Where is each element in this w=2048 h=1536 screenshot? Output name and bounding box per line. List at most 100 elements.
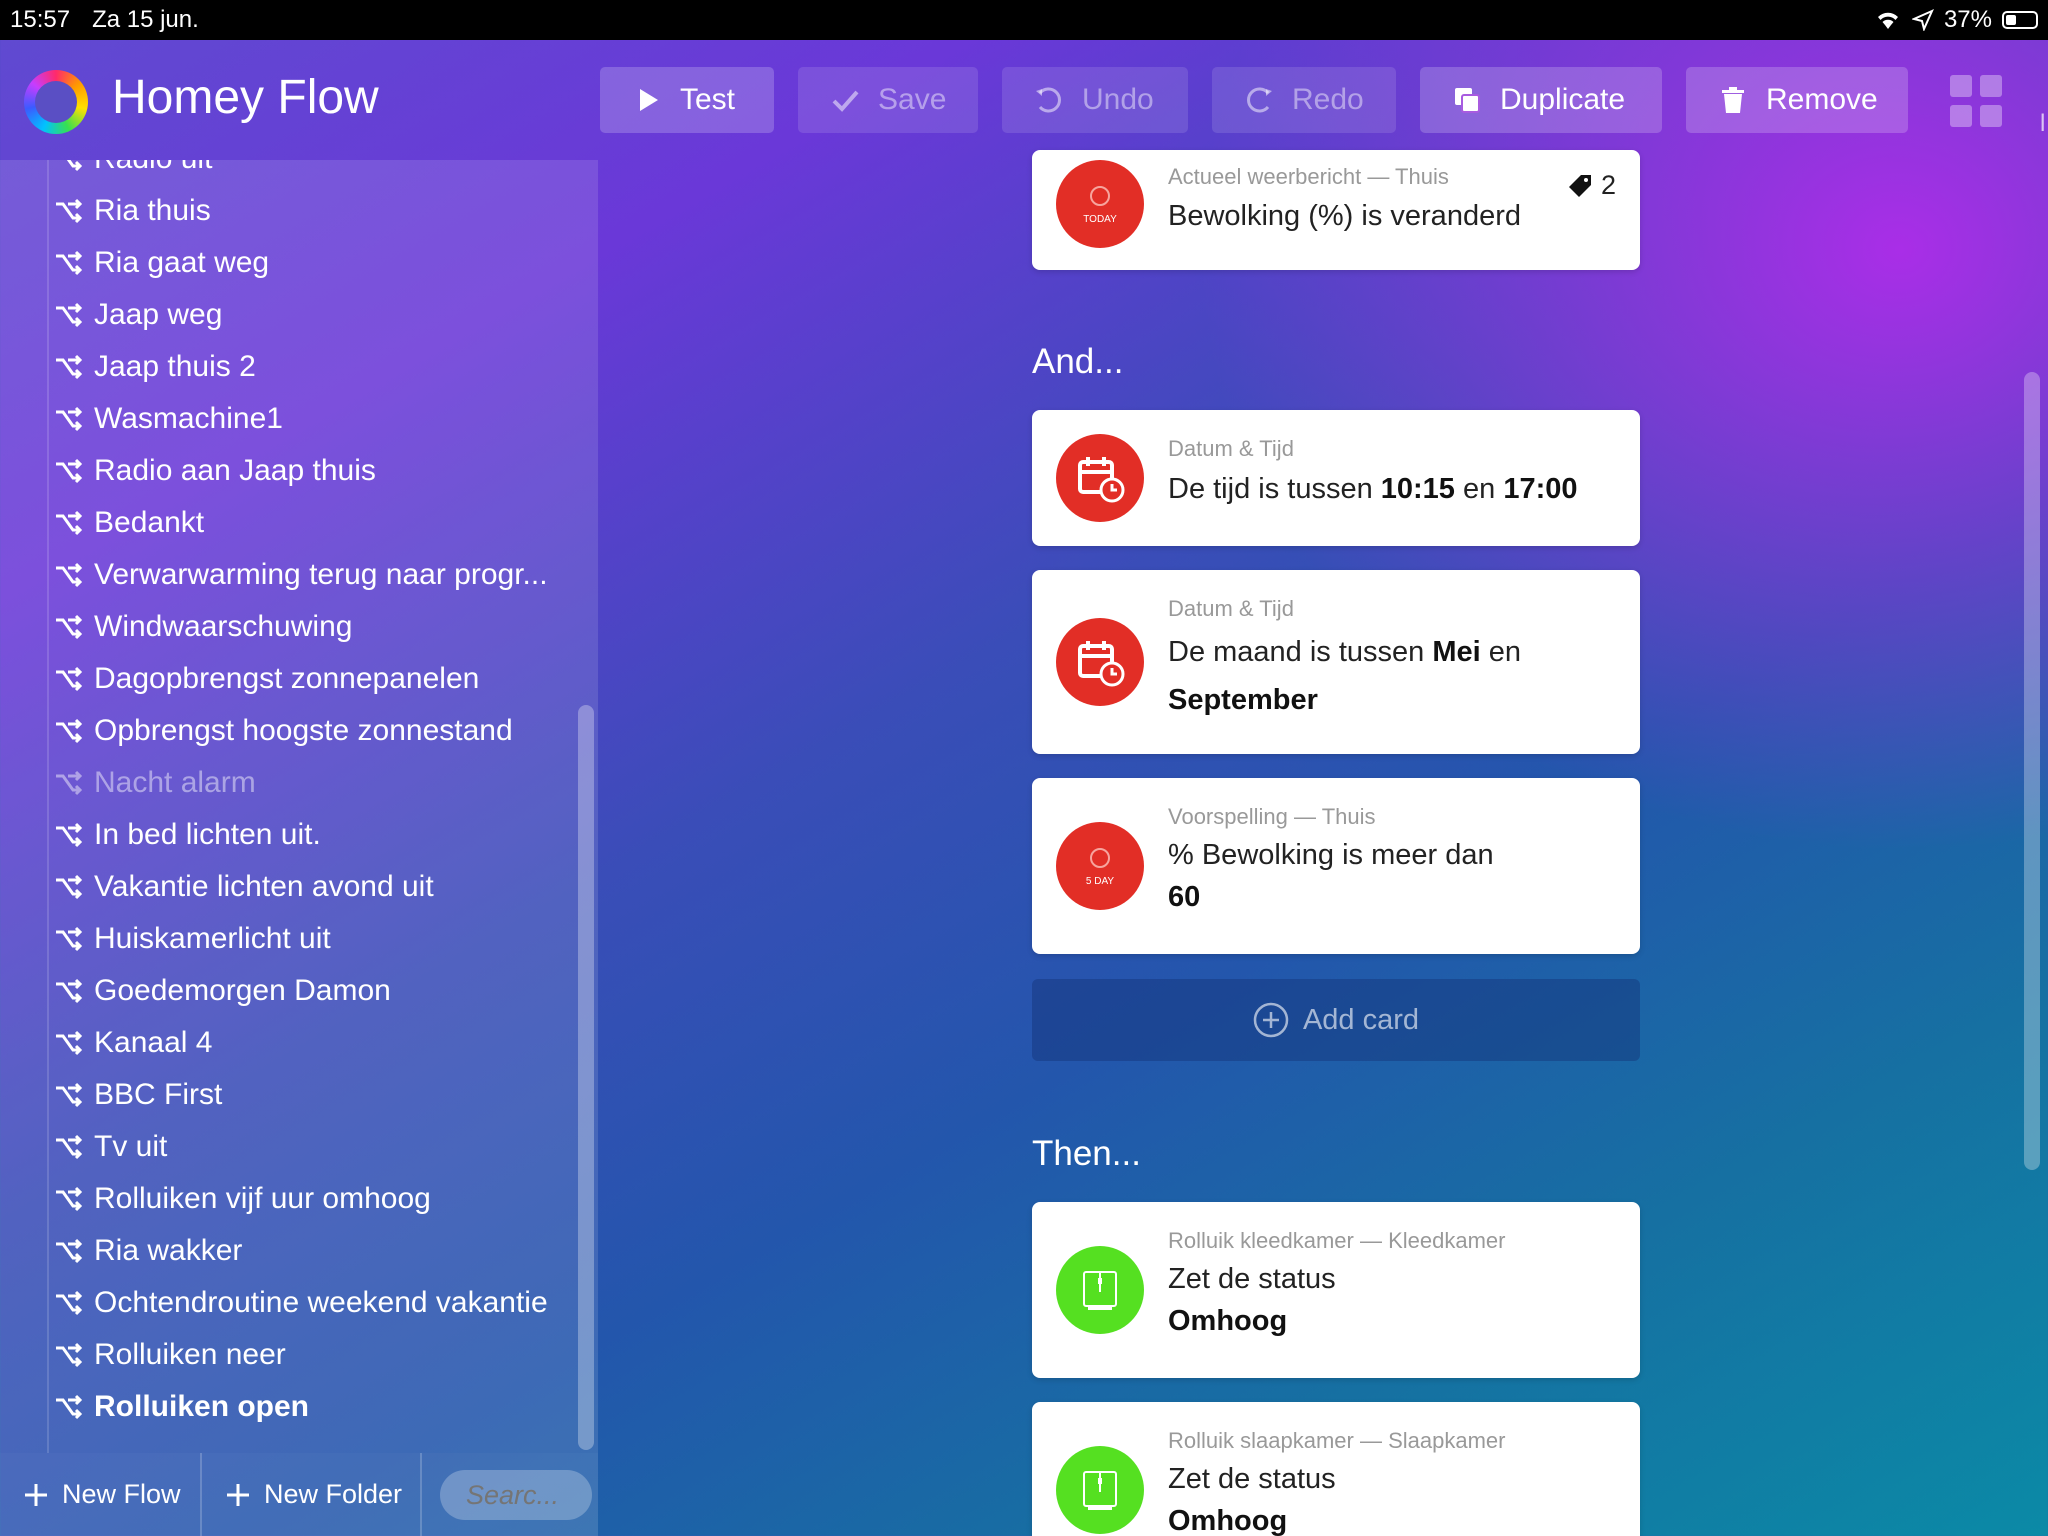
flow-list-item[interactable]: Opbrengst hoogste zonnestand (54, 708, 513, 754)
flow-list-item[interactable]: Radio aan Jaap thuis (54, 448, 376, 494)
play-icon (640, 89, 658, 111)
flow-list-item-label: Ochtendroutine weekend vakantie (94, 1286, 548, 1319)
roller-shutter-icon (1056, 1446, 1144, 1534)
redo-button[interactable]: Redo (1212, 67, 1396, 133)
card-subtitle: Rolluik slaapkamer — Slaapkamer (1168, 1428, 1506, 1453)
duplicate-icon (1455, 88, 1480, 113)
duplicate-button[interactable]: Duplicate (1420, 67, 1662, 133)
flow-list-item[interactable]: BBC First (54, 1072, 222, 1118)
flow-list-item-label: Rolluiken open (94, 1390, 310, 1423)
add-card-button[interactable]: Add card (1032, 979, 1640, 1061)
flow-list-item[interactable]: Wasmachine1 (54, 396, 283, 442)
flow-list-item-label: BBC First (94, 1078, 223, 1111)
flow-list-item-label: Goedemorgen Damon (94, 974, 391, 1007)
flow-icon (56, 666, 82, 692)
flow-list-item[interactable]: Windwaarschuwing (54, 604, 352, 650)
condition-card[interactable]: Datum & Tijd De maand is tussen Mei en Se… (1032, 570, 1640, 754)
sun-icon: TODAY (1083, 186, 1117, 225)
remove-button[interactable]: Remove (1686, 67, 1908, 133)
flow-list-item[interactable]: In bed lichten uit. (54, 812, 321, 858)
search-input[interactable] (440, 1470, 592, 1520)
flow-list-item[interactable]: Huiskamerlicht uit (54, 916, 331, 962)
test-button[interactable]: Test (600, 67, 774, 133)
calendar-clock-icon (1056, 618, 1144, 706)
status-time: 15:57 (10, 6, 71, 33)
flow-list-item[interactable]: Ria gaat weg (54, 240, 269, 286)
new-flow-button[interactable]: New Flow (22, 1453, 181, 1536)
flow-list-item[interactable]: Rolluiken neer (54, 1332, 286, 1378)
undo-button[interactable]: Undo (1002, 67, 1188, 133)
card-subtitle: Rolluik kleedkamer — Kleedkamer (1168, 1228, 1506, 1253)
save-button[interactable]: Save (798, 67, 978, 133)
flow-list-item[interactable]: Ria thuis (54, 188, 211, 234)
flow-list-item[interactable]: Ochtendroutine weekend vakantie (54, 1280, 548, 1326)
new-folder-button[interactable]: New Folder (224, 1453, 402, 1536)
tree-line (47, 160, 49, 1453)
flow-list-item-label: Radio aan Jaap thuis (94, 454, 376, 487)
then-heading: Then... (1032, 1134, 1141, 1173)
flow-list-item[interactable]: Rolluiken vijf uur omhoog (54, 1176, 431, 1222)
flow-list-item-label: Nacht alarm (94, 766, 256, 799)
sidebar-scrollbar[interactable] (578, 705, 594, 1450)
flow-list-item[interactable]: Radio uit (54, 160, 212, 182)
flow-icon (56, 1238, 82, 1264)
roller-shutter-icon (1056, 1246, 1144, 1334)
footer-divider (420, 1453, 422, 1536)
flow-list-item-label: Jaap thuis 2 (94, 350, 256, 383)
card-subtitle: Datum & Tijd (1168, 436, 1294, 461)
when-card[interactable]: TODAY Actueel weerbericht — Thuis Bewolk… (1032, 150, 1640, 270)
flow-list-item-label: Jaap weg (94, 298, 223, 331)
card-subtitle: Actueel weerbericht — Thuis (1168, 164, 1449, 189)
flow-list-item[interactable]: Verwarwarming terug naar progr... (54, 552, 548, 598)
flow-list-item[interactable]: Rolluiken open (54, 1384, 309, 1430)
flow-list-item-label: Radio uit (94, 160, 212, 176)
flow-list-item[interactable]: Kanaal 4 (54, 1020, 212, 1066)
plus-circle-icon (1253, 1002, 1289, 1038)
flow-list-item-label: Opbrengst hoogste zonnestand (94, 714, 513, 747)
sidebar-footer: New Flow New Folder (0, 1453, 598, 1536)
sun-icon: 5 DAY (1086, 848, 1114, 887)
action-card[interactable]: Rolluik slaapkamer — Slaapkamer Zet de s… (1032, 1402, 1640, 1536)
flow-list-item[interactable]: Dagopbrengst zonnepanelen (54, 656, 479, 702)
flow-list-item[interactable]: Bedankt (54, 500, 204, 546)
flow-list-item[interactable]: Ria wakker (54, 1228, 242, 1274)
redo-icon (1247, 87, 1272, 113)
undo-icon (1036, 87, 1061, 113)
and-heading: And... (1032, 342, 1124, 381)
svg-text:TODAY: TODAY (1083, 214, 1117, 225)
flow-list-item[interactable]: Vakantie lichten avond uit (54, 864, 434, 910)
flow-list-item-label: Rolluiken neer (94, 1338, 286, 1371)
battery-percentage: 37% (1943, 6, 1992, 33)
condition-card[interactable]: Datum & Tijd De tijd is tussen 10:15 en … (1032, 410, 1640, 546)
flow-list-item[interactable]: Jaap thuis 2 (54, 344, 256, 390)
flow-icon (66, 160, 82, 172)
grid-menu-icon[interactable] (1950, 75, 2002, 127)
action-card[interactable]: Rolluik kleedkamer — Kleedkamer Zet de s… (1032, 1202, 1640, 1378)
flow-icon (56, 874, 82, 900)
flow-icon (56, 406, 82, 432)
checkmark-icon (832, 90, 859, 112)
flow-list-item-label: Rolluiken vijf uur omhoog (94, 1182, 431, 1215)
status-date: Za 15 jun. (92, 6, 199, 33)
flow-icon (56, 614, 82, 640)
tag-count[interactable]: 2 (1567, 170, 1616, 201)
main-scrollbar[interactable] (2024, 372, 2040, 1170)
flow-icon (56, 1134, 82, 1160)
calendar-clock-icon (1056, 434, 1144, 522)
flow-list-item[interactable]: Nacht alarm (54, 760, 256, 806)
flow-list-item[interactable]: Tv uit (54, 1124, 167, 1170)
card-text: Zet de status Omhoog (1168, 1263, 1336, 1337)
weather-5day-icon: 5 DAY (1056, 822, 1144, 910)
flow-icon (56, 1394, 82, 1420)
flow-icon (56, 458, 82, 484)
flow-list-item[interactable]: Goedemorgen Damon (54, 968, 391, 1014)
condition-card[interactable]: 5 DAY Voorspelling — Thuis % Bewolking i… (1032, 778, 1640, 954)
flow-list-item[interactable]: Jaap weg (54, 292, 222, 338)
footer-divider (200, 1453, 202, 1536)
flow-list-item-label: Wasmachine1 (94, 402, 283, 435)
app-title: Homey Flow (112, 71, 379, 124)
flow-icon (56, 1030, 82, 1056)
flow-icon (56, 562, 82, 588)
flow-icon (56, 1342, 82, 1368)
location-arrow-icon (1911, 9, 1934, 31)
